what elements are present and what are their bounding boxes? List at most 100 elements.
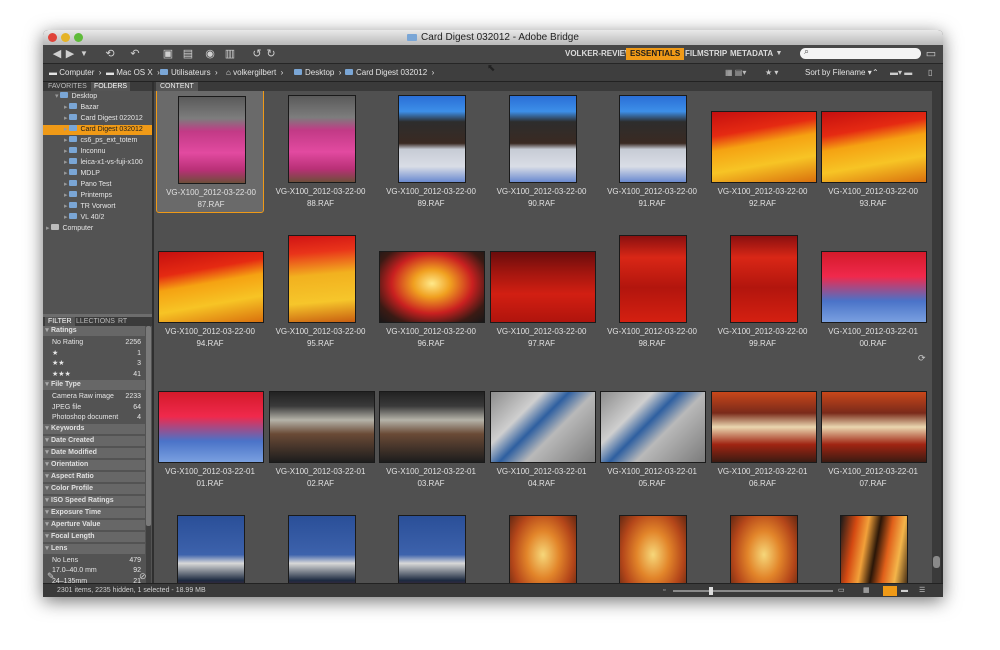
disclosure-triangle-icon[interactable]: ▾ [43,472,51,482]
thumbnail-image[interactable] [398,515,466,583]
thumbnail-item[interactable] [267,507,375,583]
thumbnail-image[interactable] [821,111,927,183]
folder-tree-item[interactable]: ▸ Pano Test [43,180,152,190]
recent-icon[interactable]: ⟲ [103,47,117,61]
folder-tree-item[interactable]: ▸ Computer [43,224,152,234]
filter-section-header[interactable]: ▾ Focal Length [43,531,145,542]
thumbnail-image[interactable] [619,235,687,323]
thumbnail-item[interactable] [709,507,817,583]
disclosure-triangle-icon[interactable]: ▾ [43,544,51,554]
filter-section-header[interactable]: ▾ File Type [43,380,145,390]
filter-section-header[interactable]: ▾ Color Profile [43,483,145,494]
thumbnail-image[interactable] [729,235,798,323]
thumbnail-item[interactable]: VG-X100_2012-03-22-00 94.RAF [156,227,264,353]
folder-tree-item[interactable]: ▸ TR Vorwort [43,202,152,212]
breadcrumb-desktop[interactable]: Desktop › [294,67,341,78]
boomerang-icon[interactable]: ↶ [129,47,141,61]
folder-tree-item[interactable]: ▸ Inconnu [43,147,152,157]
tab-export[interactable]: RT [115,317,130,326]
clear-filter-icon[interactable]: ⊘ [139,571,147,582]
rotate-cw-icon[interactable]: ↻ [265,47,277,61]
view-details-icon[interactable]: ▬ [901,584,908,597]
thumbnail-image[interactable] [619,95,687,183]
disclosure-triangle-icon[interactable]: ▾ [43,424,51,434]
disclosure-triangle-icon[interactable]: ▾ [43,484,51,494]
camera-import-icon[interactable]: ▣ [161,47,175,61]
thumbnail-item[interactable]: VG-X100_2012-03-22-00 87.RAF [156,91,264,213]
breadcrumb-utilisateurs[interactable]: Utilisateurs › [160,67,218,78]
forward-icon[interactable]: ▶ [64,47,76,61]
disclosure-triangle-icon[interactable]: ▾ [43,380,51,390]
workspace-filmstrip[interactable]: FILMSTRIP [681,48,731,60]
disclosure-triangle-icon[interactable]: ▾ [43,520,51,530]
back-icon[interactable]: ◀ [51,47,63,61]
folder-tree-item[interactable]: ▸ Card Digest 032012 [43,125,152,135]
view-grid-icon[interactable]: ▦ ▤▾ [725,67,746,78]
star-filter-icon[interactable]: ★ ▾ [765,67,778,78]
filter-section-header[interactable]: ▾ Exposure Time [43,507,145,518]
thumbnail-image[interactable] [600,391,706,463]
filter-section-header[interactable]: ▾ Orientation [43,459,145,470]
disclosure-triangle-icon[interactable]: ▾ [43,436,51,446]
thumbnail-image[interactable] [398,95,466,183]
thumbnail-item[interactable]: VG-X100_2012-03-22-00 88.RAF [267,91,375,213]
breadcrumb-card-digest[interactable]: Card Digest 032012 › [345,67,434,78]
open-camera-raw-icon[interactable]: ◉ [203,47,217,61]
filter-section-header[interactable]: ▾ Aperture Value [43,519,145,530]
folder-tree-item[interactable]: ▸ Bazar [43,103,152,113]
scroll-thumb[interactable] [933,556,940,568]
tab-content[interactable]: CONTENT [156,82,198,91]
thumbnail-image[interactable] [158,251,264,323]
tab-favorites[interactable]: FAVORITES [45,82,90,91]
filter-row[interactable]: 17.0–40.0 mm 92 [43,566,145,576]
disclosure-triangle-icon[interactable]: ▾ [43,532,51,542]
folder-tree-item[interactable]: ▸ VL 40/2 [43,213,152,223]
folder-tree-item[interactable]: ▾ Desktop [43,92,152,102]
thumbnail-item[interactable] [377,507,485,583]
folder-tree-item[interactable]: ▸ leica-x1-vs-fuji-x100 [43,158,152,168]
thumbnail-image[interactable] [619,515,687,583]
thumbnail-item[interactable]: VG-X100_2012-03-22-00 89.RAF [377,91,485,213]
thumbnail-image[interactable] [840,515,908,583]
filter-row[interactable]: ★★★ 41 [43,370,145,380]
tab-filter[interactable]: FILTER [45,317,75,326]
thumbnail-image[interactable] [710,391,817,463]
thumbnail-image[interactable] [489,391,596,463]
thumbnail-item[interactable]: VG-X100_2012-03-22-01 07.RAF [819,367,927,493]
filter-section-header[interactable]: ▾ Date Created [43,435,145,446]
thumbnail-item[interactable]: VG-X100_2012-03-22-01 02.RAF [267,367,375,493]
tab-collections[interactable]: LLECTIONS [73,317,118,326]
filter-row[interactable]: ★★ 3 [43,359,145,369]
folder-tree-item[interactable]: ▸ cs6_ps_ext_totem [43,136,152,146]
delete-icon[interactable]: ▯ [928,67,932,78]
filter-row[interactable]: No Lens 479 [43,556,145,566]
workspace-menu-icon[interactable]: ▼ [774,47,784,61]
thumbnail-image[interactable] [508,95,577,183]
thumbnail-item[interactable]: VG-X100_2012-03-22-00 96.RAF [377,227,485,353]
disclosure-triangle-icon[interactable]: ▾ [43,496,51,506]
thumbnail-image[interactable] [268,391,375,463]
thumbnail-image[interactable] [287,95,356,183]
filter-scrollbar[interactable] [146,326,151,597]
pin-icon[interactable]: ✎ [47,571,55,582]
thumbnail-item[interactable]: VG-X100_2012-03-22-00 99.RAF [709,227,817,353]
filter-section-header[interactable]: ▾ ISO Speed Ratings [43,495,145,506]
thumbnail-image[interactable] [821,251,927,323]
thumbnail-image[interactable] [158,391,264,463]
search-input[interactable]: ⌕ [800,46,921,59]
thumbnail-item[interactable]: VG-X100_2012-03-22-01 04.RAF [488,367,596,493]
thumbnail-item[interactable]: VG-X100_2012-03-22-00 90.RAF [488,91,596,213]
thumbnail-item[interactable]: VG-X100_2012-03-22-00 92.RAF [709,91,817,213]
rotate-ccw-icon[interactable]: ↺ [251,47,263,61]
folder-tree-item[interactable]: ▸ Printemps [43,191,152,201]
thumbnail-item[interactable]: VG-X100_2012-03-22-01 00.RAF [819,227,927,353]
thumbnail-image[interactable] [489,251,596,323]
filter-row[interactable]: Camera Raw image 2233 [43,392,145,402]
disclosure-triangle-icon[interactable]: ▾ [43,448,51,458]
thumbnail-item[interactable]: VG-X100_2012-03-22-00 95.RAF [267,227,375,353]
filter-section-header[interactable]: ▾ Date Modified [43,447,145,458]
tab-folders[interactable]: FOLDERS [91,82,131,91]
history-dropdown-icon[interactable]: ▼ [79,47,89,61]
thumbnail-image[interactable] [710,111,817,183]
disclosure-triangle-icon[interactable]: ▾ [43,460,51,470]
